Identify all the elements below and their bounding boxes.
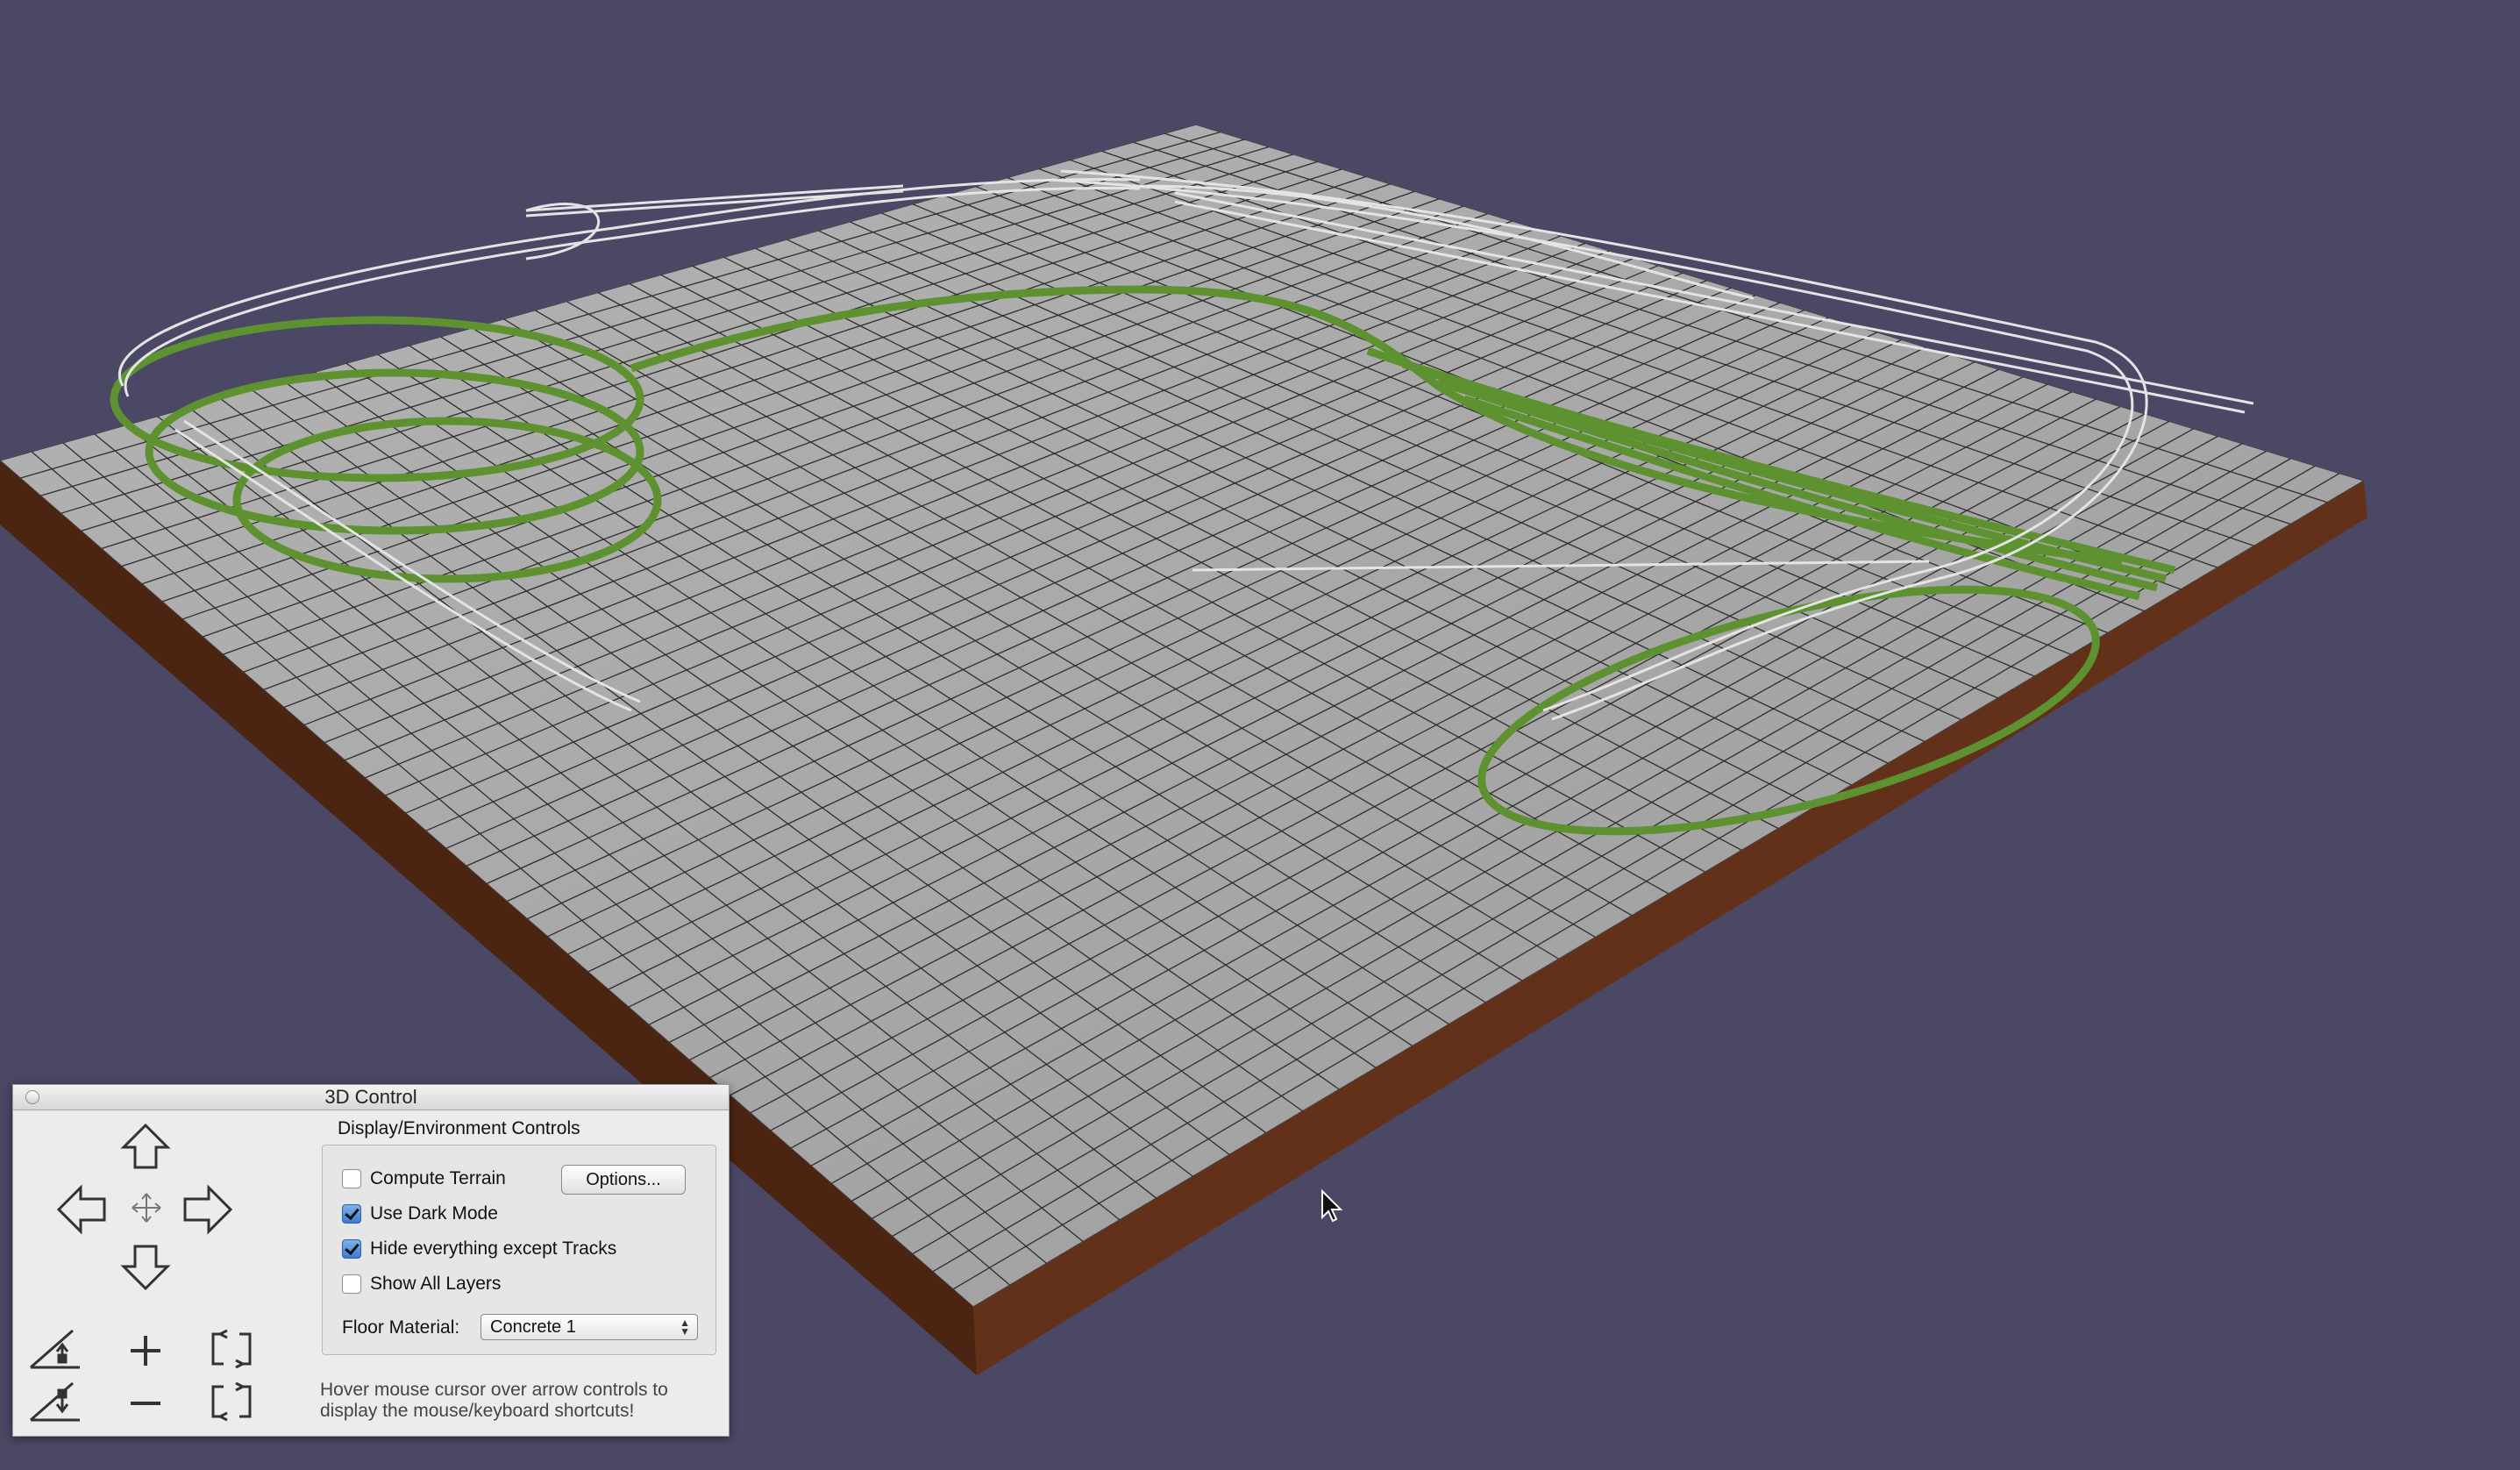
compute-terrain-checkbox[interactable]: Compute Terrain bbox=[342, 1167, 506, 1191]
display-environment-label: Display/Environment Controls bbox=[338, 1118, 580, 1138]
show-all-layers-box[interactable] bbox=[342, 1274, 361, 1294]
arrow-down-icon[interactable] bbox=[118, 1243, 173, 1292]
arrow-right-icon[interactable] bbox=[182, 1181, 234, 1238]
floor-material-label: Floor Material: bbox=[342, 1317, 460, 1338]
hide-except-tracks-box[interactable] bbox=[342, 1239, 361, 1259]
zoom-in-icon[interactable] bbox=[125, 1331, 166, 1371]
panel-title: 3D Control bbox=[324, 1086, 417, 1108]
compute-terrain-box[interactable] bbox=[342, 1169, 361, 1188]
hide-except-tracks-label: Hide everything except Tracks bbox=[370, 1238, 617, 1259]
zoom-out-icon[interactable] bbox=[125, 1383, 166, 1424]
floor-material-select[interactable]: Concrete 1 ▲ ▼ bbox=[481, 1314, 698, 1340]
show-all-layers-checkbox[interactable]: Show All Layers bbox=[342, 1272, 501, 1296]
hint-line-1: Hover mouse cursor over arrow controls t… bbox=[320, 1380, 668, 1400]
show-all-layers-label: Show All Layers bbox=[370, 1274, 502, 1294]
compute-terrain-label: Compute Terrain bbox=[370, 1168, 506, 1188]
rotate-left-icon[interactable] bbox=[208, 1327, 255, 1371]
display-environment-group: Compute Terrain Options... Use Dark Mode… bbox=[322, 1145, 716, 1355]
options-button[interactable]: Options... bbox=[561, 1165, 686, 1195]
close-button[interactable] bbox=[25, 1090, 39, 1104]
use-dark-mode-box[interactable] bbox=[342, 1204, 361, 1224]
hide-except-tracks-checkbox[interactable]: Hide everything except Tracks bbox=[342, 1237, 616, 1261]
use-dark-mode-label: Use Dark Mode bbox=[370, 1203, 498, 1224]
select-arrows-icon: ▲ ▼ bbox=[680, 1317, 690, 1338]
tilt-up-icon[interactable] bbox=[27, 1324, 83, 1373]
floor-material-value: Concrete 1 bbox=[490, 1317, 576, 1337]
center-move-icon[interactable] bbox=[129, 1190, 164, 1225]
use-dark-mode-checkbox[interactable]: Use Dark Mode bbox=[342, 1202, 498, 1226]
hint-text: Hover mouse cursor over arrow controls t… bbox=[320, 1380, 715, 1422]
arrow-up-icon[interactable] bbox=[118, 1122, 173, 1171]
tilt-down-icon[interactable] bbox=[27, 1376, 83, 1425]
3d-control-panel: 3D Control Display/Environment Controls … bbox=[12, 1084, 730, 1437]
rotate-right-icon[interactable] bbox=[208, 1380, 255, 1424]
panel-titlebar[interactable]: 3D Control bbox=[13, 1085, 729, 1110]
hint-line-2: display the mouse/keyboard shortcuts! bbox=[320, 1401, 635, 1421]
arrow-left-icon[interactable] bbox=[55, 1181, 108, 1238]
